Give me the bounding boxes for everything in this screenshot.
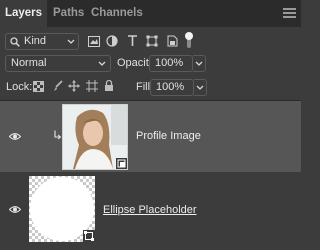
blend-mode-select[interactable]: Normal (5, 55, 111, 72)
layer-thumbnail-profile (62, 104, 128, 170)
lock-position-icon[interactable] (68, 80, 80, 92)
blend-mode-value: Normal (11, 57, 47, 69)
adjustment-layer-filter-icon[interactable] (106, 35, 118, 47)
smart-object-badge-icon (116, 158, 127, 169)
chevron-down-icon (195, 61, 203, 66)
lock-transparent-pixels-icon[interactable] (33, 81, 44, 92)
eye-icon[interactable] (9, 205, 21, 214)
chevron-down-icon (98, 61, 106, 66)
layer-name-ellipse-placeholder[interactable]: Ellipse Placeholder (103, 204, 197, 216)
fill-dropdown-button[interactable] (194, 79, 207, 96)
clipping-mask-arrow-icon (54, 130, 61, 140)
chevron-down-icon (196, 85, 204, 90)
tab-layers[interactable]: Layers (0, 0, 47, 27)
search-icon (10, 37, 20, 47)
filter-kind-label: Kind (24, 35, 47, 47)
filter-toggle-icon[interactable] (184, 31, 194, 51)
panel-menu-icon[interactable] (283, 6, 296, 20)
filter-kind-select[interactable]: Kind (5, 33, 79, 50)
layer-thumbnail-ellipse (29, 176, 95, 242)
lock-label: Lock: (6, 81, 33, 93)
lock-image-pixels-icon[interactable] (52, 80, 64, 92)
eye-icon[interactable] (9, 132, 21, 141)
type-layer-filter-icon[interactable] (127, 35, 138, 47)
fill-value: 100% (156, 81, 185, 93)
chevron-down-icon (67, 39, 75, 44)
opacity-value: 100% (155, 57, 184, 69)
shape-layer-filter-icon[interactable] (146, 35, 158, 47)
opacity-field[interactable]: 100% (149, 55, 193, 72)
lock-all-icon[interactable] (104, 79, 114, 92)
tab-channels[interactable]: Channels (91, 0, 143, 27)
fill-field[interactable]: 100% (150, 79, 194, 96)
pixel-layer-filter-icon[interactable] (88, 36, 100, 47)
tab-paths[interactable]: Paths (53, 0, 84, 27)
smart-object-filter-icon[interactable] (167, 35, 178, 47)
layer-name-profile-image[interactable]: Profile Image (136, 130, 201, 142)
opacity-dropdown-button[interactable] (193, 55, 206, 72)
shape-layer-badge-icon (83, 230, 95, 242)
lock-artboard-icon[interactable] (86, 80, 98, 92)
